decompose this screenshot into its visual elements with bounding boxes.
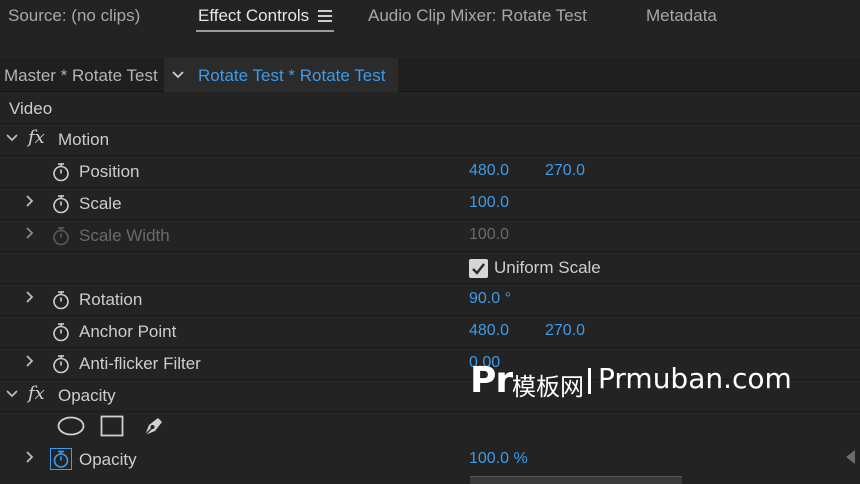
rotation-label: Rotation — [79, 290, 143, 309]
playhead-arrow-icon[interactable] — [846, 450, 855, 464]
watermark-logo: Pr — [470, 360, 513, 401]
property-row-anchor-point: Anchor Point 480.0 270.0 — [0, 316, 860, 348]
panel-menu-icon[interactable] — [318, 10, 332, 22]
position-y-value[interactable]: 270.0 — [545, 162, 585, 180]
opacity-label: Opacity — [79, 450, 137, 469]
tab-metadata[interactable]: Metadata — [646, 6, 717, 26]
property-row-position: Position 480.0 270.0 — [0, 156, 860, 188]
rectangle-mask-icon[interactable] — [100, 415, 124, 442]
property-row-uniform-scale: Uniform Scale — [0, 252, 860, 284]
scale-width-label: Scale Width — [79, 226, 170, 245]
chevron-right-icon[interactable] — [24, 194, 36, 211]
fx-icon[interactable]: fx — [28, 127, 45, 148]
tab-effect-controls[interactable]: Effect Controls — [198, 6, 309, 26]
chevron-right-icon[interactable] — [24, 450, 36, 467]
watermark-separator — [588, 368, 591, 394]
anti-flicker-label: Anti-flicker Filter — [79, 354, 201, 373]
pen-mask-icon[interactable] — [140, 413, 166, 444]
chevron-down-icon[interactable] — [172, 67, 184, 83]
scale-label: Scale — [79, 194, 122, 213]
position-label: Position — [79, 162, 140, 181]
anchor-point-x-value[interactable]: 480.0 — [469, 322, 509, 340]
ellipse-mask-icon[interactable] — [57, 415, 85, 442]
master-clip-tab[interactable]: Master * Rotate Test — [4, 66, 158, 86]
chevron-down-icon[interactable] — [6, 130, 18, 147]
property-row-scale-width: Scale Width 100.0 — [0, 220, 860, 252]
stopwatch-icon[interactable] — [52, 290, 70, 310]
active-tab-underline — [196, 30, 334, 32]
chevron-right-icon[interactable] — [24, 226, 36, 243]
opacity-value[interactable]: 100.0 % — [469, 450, 528, 468]
stopwatch-icon — [52, 226, 70, 246]
property-row-opacity: Opacity 100.0 % — [0, 444, 860, 476]
tab-source[interactable]: Source: (no clips) — [8, 6, 140, 26]
property-row-scale: Scale 100.0 — [0, 188, 860, 220]
opacity-group-label: Opacity — [58, 386, 116, 405]
uniform-scale-label: Uniform Scale — [494, 258, 601, 277]
chevron-right-icon[interactable] — [24, 354, 36, 371]
position-x-value[interactable]: 480.0 — [469, 162, 509, 180]
property-row-rotation: Rotation 90.0 ° — [0, 284, 860, 316]
rotation-value[interactable]: 90.0 ° — [469, 290, 511, 308]
stopwatch-active-icon[interactable] — [50, 448, 72, 470]
stopwatch-icon[interactable] — [52, 162, 70, 182]
scale-value[interactable]: 100.0 — [469, 194, 509, 212]
scale-width-value: 100.0 — [469, 226, 510, 243]
stopwatch-icon[interactable] — [52, 354, 70, 374]
motion-label: Motion — [58, 130, 110, 149]
mask-tools-row — [0, 410, 860, 442]
watermark-url: Prmuban.com — [598, 362, 792, 395]
timeline-strip — [470, 476, 682, 484]
video-section-label: Video — [9, 99, 53, 118]
panel-tab-bar: Source: (no clips) Effect Controls Audio… — [0, 0, 860, 58]
stopwatch-icon[interactable] — [52, 322, 70, 342]
sequence-selector-bar: Master * Rotate Test Rotate Test * Rotat… — [0, 58, 860, 92]
tab-audio-clip-mixer[interactable]: Audio Clip Mixer: Rotate Test — [368, 6, 587, 26]
video-section-header: Video — [0, 92, 860, 124]
anchor-point-label: Anchor Point — [79, 322, 177, 341]
fx-icon[interactable]: fx — [28, 383, 45, 404]
chevron-right-icon[interactable] — [24, 290, 36, 307]
clip-instance-tab[interactable]: Rotate Test * Rotate Test — [164, 58, 398, 92]
motion-effect-row[interactable]: fx Motion — [0, 124, 860, 156]
anchor-point-y-value[interactable]: 270.0 — [545, 322, 585, 340]
uniform-scale-checkbox[interactable] — [469, 259, 488, 278]
watermark-chinese-text: 模板网 — [512, 373, 584, 401]
stopwatch-icon[interactable] — [52, 194, 70, 214]
chevron-down-icon[interactable] — [6, 386, 18, 403]
clip-instance-label: Rotate Test * Rotate Test — [198, 66, 386, 85]
